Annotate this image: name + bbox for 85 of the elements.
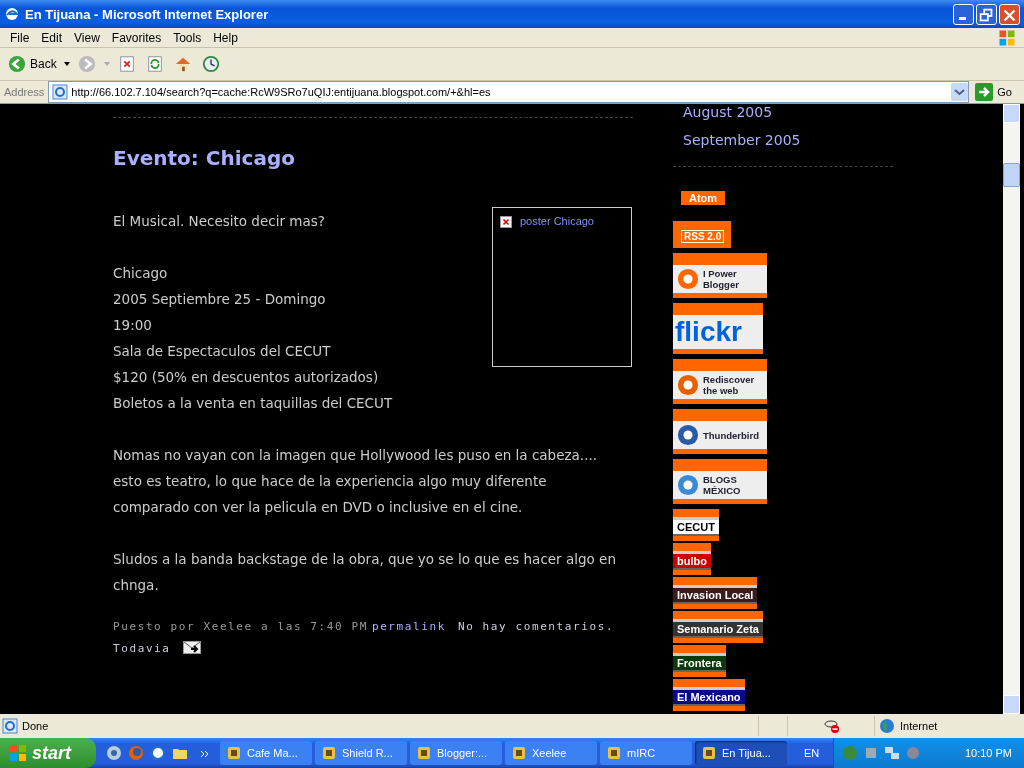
app-icon[interactable] <box>106 745 122 761</box>
page-icon <box>52 84 69 100</box>
taskbar-button[interactable]: Shield R... <box>315 741 407 765</box>
link-badge-frame[interactable]: Frontera <box>673 645 726 679</box>
link-badge-frame[interactable]: Semanario Zeta <box>673 611 763 645</box>
post-paragraph: Nomas no vayan con la imagen que Hollywood les puso en la cabeza.... esto es teatro, lo que hace de la experiencia algo muy diferente comparado con ver la pelicula en DVD o inclusive en el cine. <box>113 446 599 517</box>
link-badge-frame[interactable]: flickr <box>673 303 763 356</box>
dropdown-icon[interactable] <box>951 83 969 101</box>
app-icon <box>416 745 432 761</box>
browser-icon[interactable] <box>150 745 166 761</box>
permalink-link[interactable]: permalink <box>371 620 446 633</box>
comments-link[interactable]: Todavia <box>113 642 171 655</box>
stop-icon[interactable] <box>117 55 136 73</box>
menu-item[interactable]: Favorites <box>105 30 168 45</box>
link-badge-frame[interactable]: Invasion Local <box>673 577 758 611</box>
badge-text: Thunderbird <box>703 429 759 441</box>
app-icon <box>226 745 242 761</box>
link-badge-frame[interactable]: Thunderbird <box>673 409 767 456</box>
app-icon <box>606 745 622 761</box>
menu-item[interactable]: Tools <box>167 30 208 45</box>
app-icon <box>511 745 527 761</box>
go-button[interactable]: Go <box>973 83 1024 101</box>
archive-link[interactable]: September 2005 <box>683 126 801 154</box>
go-arrow-icon <box>975 83 994 101</box>
link-badge-frame[interactable]: Rediscover the web <box>673 359 767 406</box>
home-icon[interactable] <box>173 55 192 73</box>
archive-link[interactable]: August 2005 <box>683 104 773 126</box>
restore-button[interactable] <box>976 3 997 25</box>
post-title: Evento: Chicago <box>113 146 296 170</box>
refresh-icon[interactable] <box>145 55 164 73</box>
post-paragraph: Chicago 2005 Septiembre 25 - Domingo 19:00 Sala de Espectaculos del CECUT $120 (50% en descuentos autorizados) Boletos a la venta en taquillas del CECUT <box>113 264 394 413</box>
close-button[interactable] <box>999 3 1020 25</box>
poster-link[interactable]: poster Chicago <box>520 215 594 227</box>
window-title: En Tijuana - Microsoft Internet Explorer <box>25 6 270 22</box>
address-field[interactable]: http://66.102.7.104/search?q=cache:RcW9SRo7uQIJ:entijuana.blogspot.com/+&hl=es <box>48 81 970 103</box>
zone-text: Internet <box>900 720 938 732</box>
back-button[interactable]: Back <box>6 55 59 73</box>
windows-logo-icon <box>8 743 28 763</box>
taskbar-button[interactable]: Xeelee <box>505 741 597 765</box>
clock: 10:10 PM <box>964 747 1012 759</box>
post-paragraph: Sludos a la banda backstage de la obra, que yo se lo que es hacer algo en chnga. <box>113 550 617 595</box>
chevron-icon[interactable] <box>200 749 210 759</box>
badge-text: CECUT <box>673 517 719 536</box>
network-icon[interactable] <box>884 745 901 761</box>
taskbar-button[interactable]: En Tijua... <box>695 741 787 765</box>
link-badge-frame[interactable]: CECUT <box>673 509 719 543</box>
comments-link[interactable]: No hay comentarios. <box>457 620 615 633</box>
email-post-icon[interactable] <box>182 641 201 654</box>
badge-text: BLOGS MÉXICO <box>703 474 742 496</box>
link-badge-frame[interactable]: BLOGS MÉXICO <box>673 459 767 506</box>
taskbar-button[interactable]: mIRC <box>600 741 692 765</box>
post-paragraph: El Musical. Necesito decir mas? <box>113 212 326 231</box>
link-badge-frame[interactable]: El Mexicano <box>673 679 745 713</box>
badge-text: Semanario Zeta <box>673 619 763 638</box>
link-badge-frame[interactable]: bulbo <box>673 543 711 577</box>
badge-text: bulbo <box>673 551 711 570</box>
page-icon <box>2 718 18 734</box>
badge-text: Frontera <box>673 653 726 672</box>
menu-item[interactable]: Help <box>207 30 244 45</box>
minimize-button[interactable] <box>953 3 974 25</box>
minimize-icon <box>959 16 966 20</box>
menu-item[interactable]: View <box>68 30 106 45</box>
taskbar-button[interactable]: Cafe Ma... <box>220 741 312 765</box>
scrollbar[interactable] <box>1003 104 1020 714</box>
badge-text: Invasion Local <box>673 585 758 604</box>
caret-icon[interactable] <box>62 60 71 68</box>
badge-wordmark: flickr <box>675 317 742 347</box>
history-icon[interactable] <box>201 55 220 73</box>
browser-icon <box>4 6 20 22</box>
blocked-icon <box>824 718 840 734</box>
badge-text: Rediscover the web <box>703 374 756 396</box>
menu-item[interactable]: File <box>4 30 36 45</box>
language-indicator[interactable]: EN <box>790 747 834 759</box>
app-icon <box>321 745 337 761</box>
post-byline: Puesto por Xeelee a las 7:40 PM <box>113 620 368 633</box>
link-badge-frame[interactable]: I Power Blogger <box>673 253 767 300</box>
badge-text: El Mexicano <box>673 687 745 706</box>
address-label: Address <box>4 86 45 98</box>
globe-icon <box>879 718 895 734</box>
broken-image-icon <box>500 216 512 228</box>
status-text: Done <box>22 720 50 732</box>
badge-text: I Power Blogger <box>703 268 740 290</box>
app-icon <box>701 745 717 761</box>
taskbar-button[interactable]: Blogger:... <box>410 741 502 765</box>
menu-item[interactable]: Edit <box>35 30 69 45</box>
